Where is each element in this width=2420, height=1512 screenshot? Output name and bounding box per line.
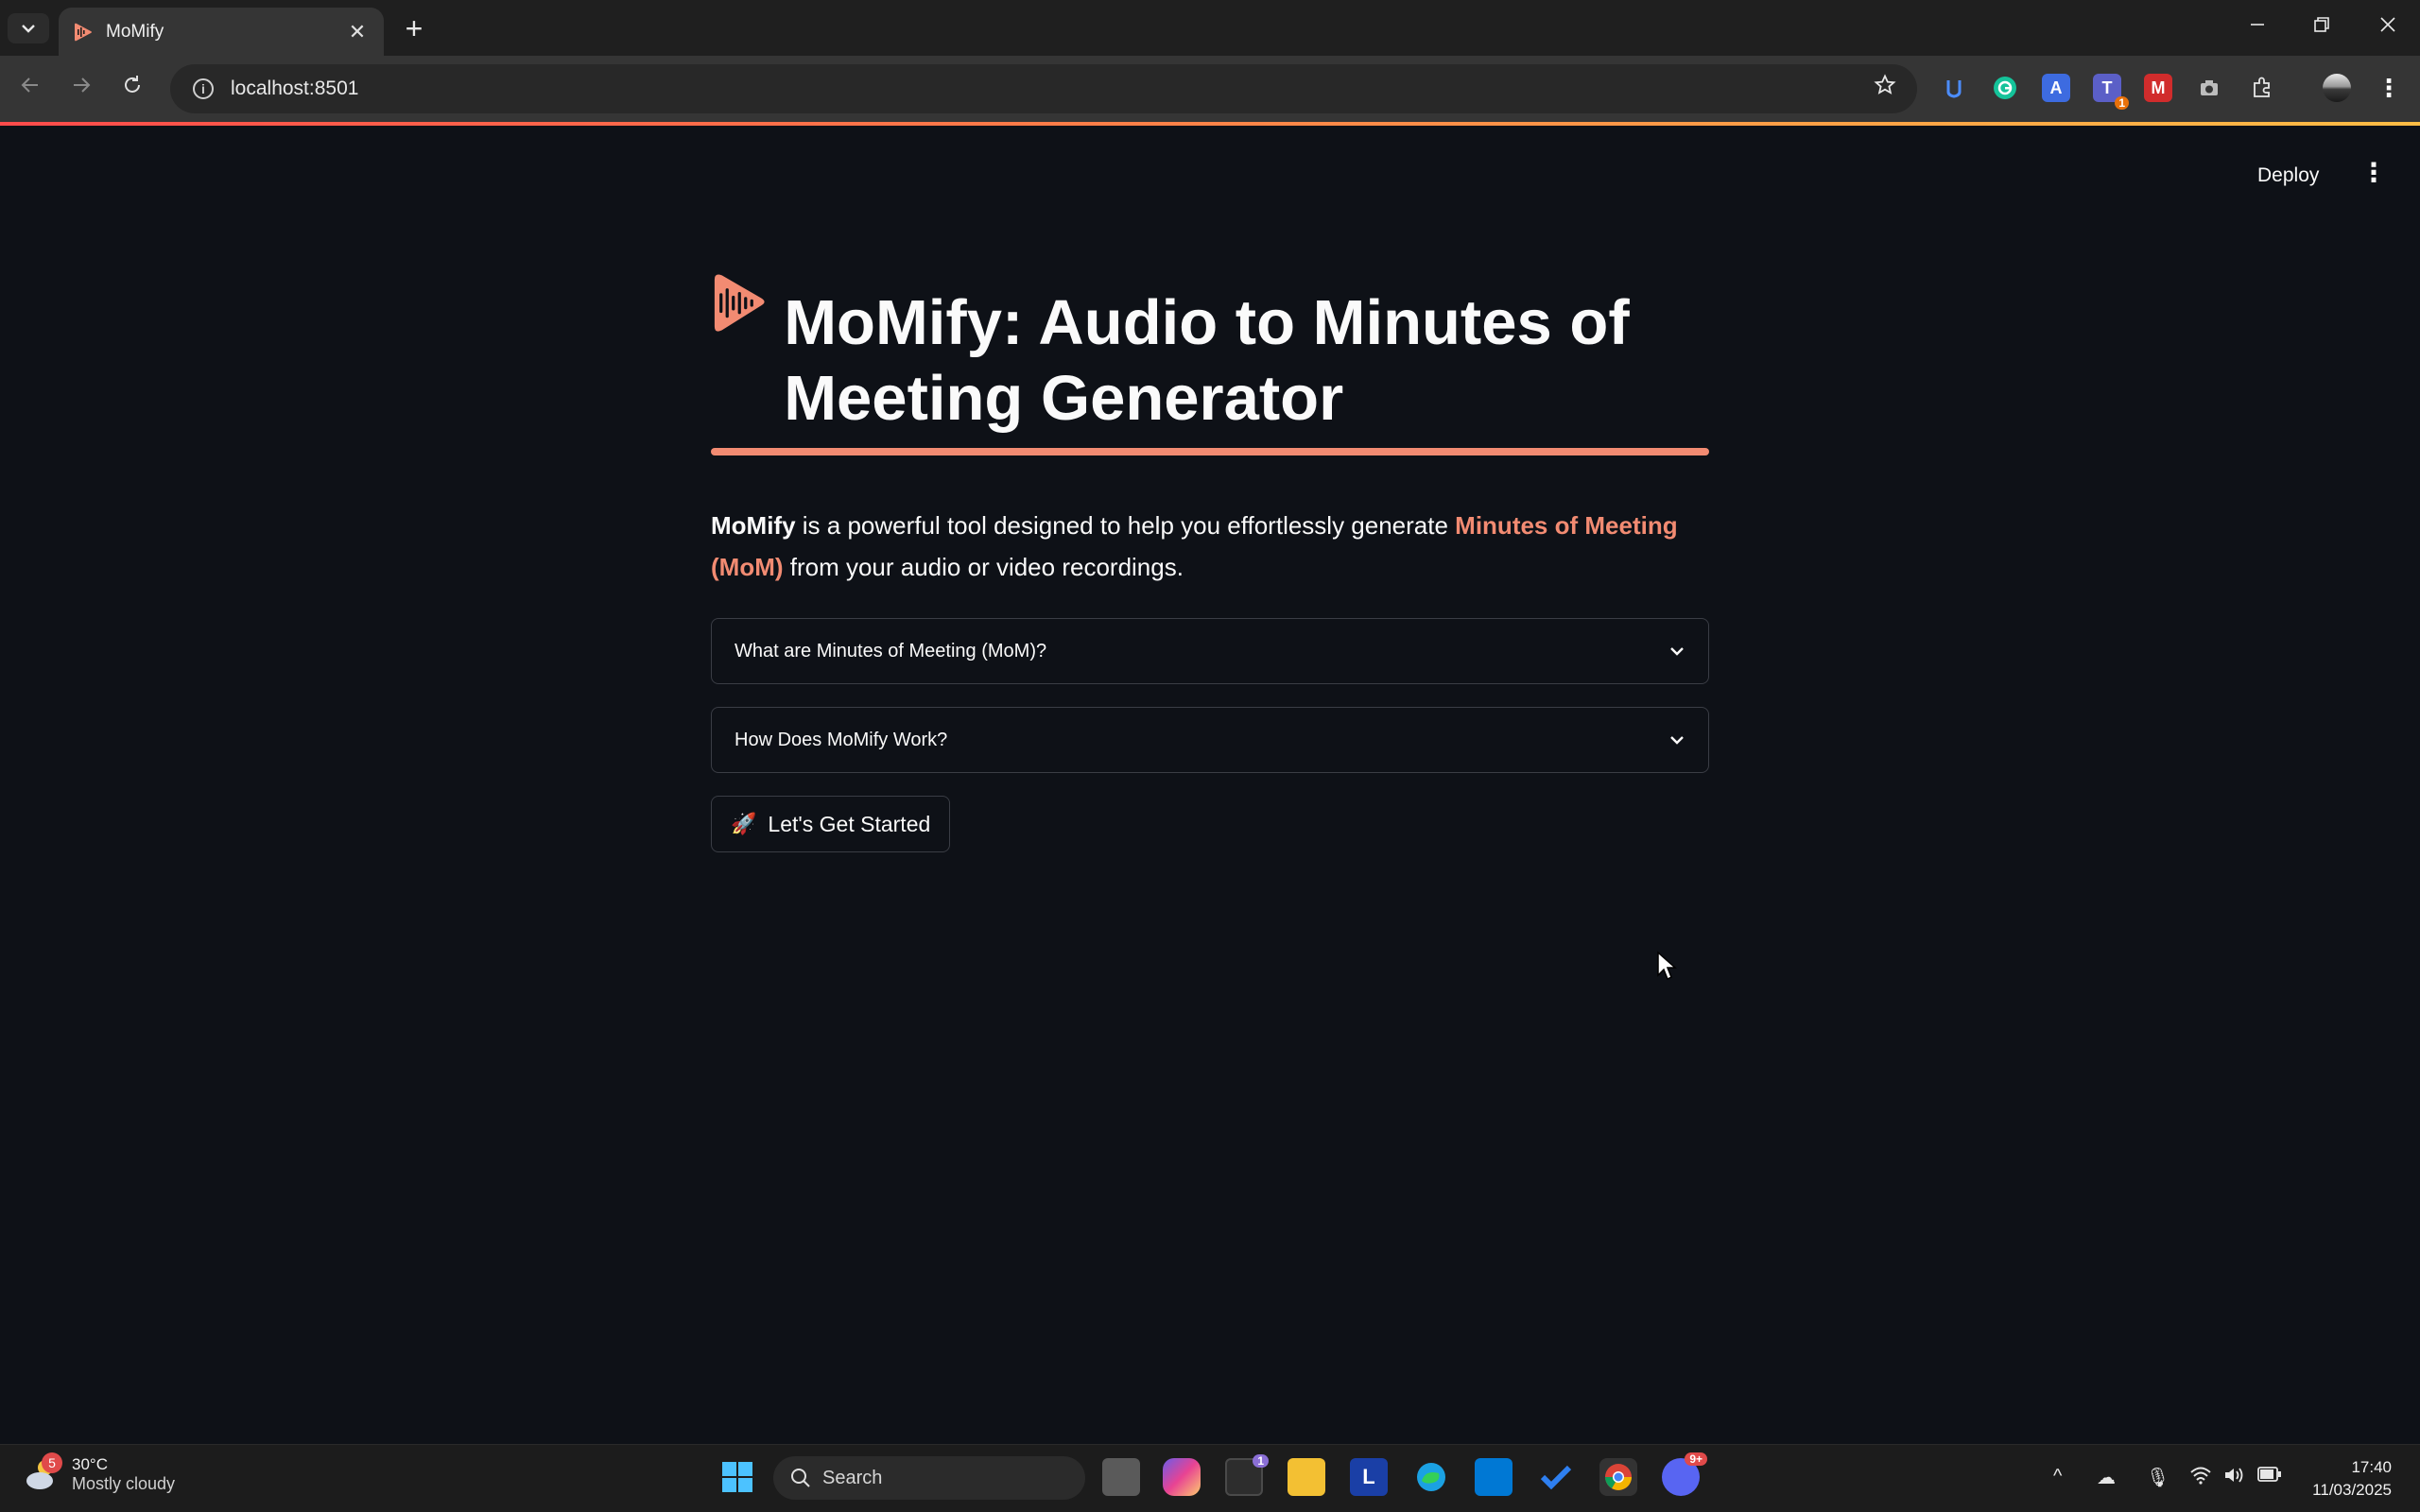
intro-text-1: is a powerful tool designed to help you … <box>795 511 1456 540</box>
chevron-down-icon <box>1670 647 1684 656</box>
get-started-button[interactable]: 🚀 Let's Get Started <box>711 796 951 852</box>
windows-start-icon[interactable] <box>718 1458 756 1496</box>
address-url[interactable]: localhost:8501 <box>231 77 358 100</box>
chrome-icon[interactable] <box>1599 1458 1637 1496</box>
expander-label: What are Minutes of Meeting (MoM)? <box>735 640 1047 662</box>
bookmark-star-icon[interactable] <box>1874 74 1896 103</box>
expander-label: How Does MoMify Work? <box>735 729 948 750</box>
microphone-icon[interactable]: 🎙 <box>2146 1466 2169 1489</box>
tab-search-button[interactable] <box>8 13 49 43</box>
discord-icon[interactable]: 9+ <box>1662 1452 1707 1496</box>
page-title: MoMify: Audio to Minutes of Meeting Gene… <box>784 287 1630 434</box>
mouse-cursor-icon <box>1657 951 1677 981</box>
back-icon[interactable] <box>11 69 49 107</box>
title-divider <box>711 448 1709 455</box>
wifi-icon[interactable] <box>2189 1466 2212 1490</box>
taskbar-search[interactable]: Search <box>773 1456 1085 1500</box>
battery-icon[interactable] <box>2257 1466 2282 1488</box>
search-icon <box>791 1469 810 1487</box>
intro-text-2: from your audio or video recordings. <box>783 553 1184 581</box>
weather-description: Mostly cloudy <box>72 1473 176 1493</box>
momify-logo-icon <box>714 274 765 332</box>
address-bar[interactable]: i localhost:8501 <box>170 64 1917 113</box>
streamlit-decoration-bar <box>0 122 2420 126</box>
restore-icon[interactable] <box>2301 11 2342 41</box>
translate-extension-icon[interactable]: A <box>2042 74 2070 102</box>
browser-menu-icon[interactable]: ⋮ <box>2375 74 2403 102</box>
edge-icon[interactable] <box>1412 1458 1450 1496</box>
momify-favicon-icon <box>75 23 92 41</box>
system-clock[interactable]: 17:40 11/03/2025 <box>2312 1456 2392 1502</box>
teams-extension-icon[interactable]: T1 <box>2093 74 2129 110</box>
microsoft-store-icon[interactable]: 1 <box>1225 1454 1269 1496</box>
grammarly-icon[interactable] <box>1991 74 2019 102</box>
tab-close-icon[interactable]: ✕ <box>344 20 371 44</box>
windows-taskbar: 5 30°C Mostly cloudy Search 1 L 9+ ^ ☁ 🎙 <box>0 1444 2420 1512</box>
weather-badge: 5 <box>42 1452 62 1473</box>
cloud-icon: 5 <box>23 1452 62 1494</box>
extension-shield-icon[interactable] <box>1940 74 1968 102</box>
title-row: MoMify: Audio to Minutes of Meeting Gene… <box>711 253 1709 437</box>
main-menu-icon[interactable]: ⋮ <box>2360 157 2388 191</box>
extensions-puzzle-icon[interactable] <box>2248 74 2276 102</box>
red-extension-icon[interactable]: M <box>2144 74 2172 102</box>
close-window-icon[interactable] <box>2367 11 2409 41</box>
minimize-icon[interactable] <box>2237 11 2278 41</box>
get-started-label: Let's Get Started <box>768 811 931 836</box>
expander-how-it-works[interactable]: How Does MoMify Work? <box>711 707 1709 773</box>
task-view-icon[interactable] <box>1102 1458 1140 1496</box>
copilot-icon[interactable] <box>1163 1458 1201 1496</box>
onedrive-icon[interactable]: ☁ <box>2097 1466 2116 1489</box>
rocket-icon: 🚀 <box>731 812 757 835</box>
volume-icon[interactable] <box>2223 1466 2246 1490</box>
expander-what-is-mom[interactable]: What are Minutes of Meeting (MoM)? <box>711 618 1709 684</box>
browser-tab-bar: MoMify ✕ + <box>0 0 2420 56</box>
camera-extension-icon[interactable] <box>2195 74 2223 102</box>
clock-time: 17:40 <box>2351 1458 2392 1476</box>
deploy-button[interactable]: Deploy <box>2246 159 2330 193</box>
tray-overflow-chevron-icon[interactable]: ^ <box>2053 1466 2062 1487</box>
weather-temperature: 30°C <box>72 1454 108 1473</box>
file-explorer-icon[interactable] <box>1288 1458 1325 1496</box>
clock-date: 11/03/2025 <box>2312 1481 2392 1499</box>
profile-avatar[interactable] <box>2323 74 2351 102</box>
browser-tab-momify[interactable]: MoMify ✕ <box>59 8 384 56</box>
tab-title: MoMify <box>106 21 164 42</box>
reload-icon[interactable] <box>113 69 151 107</box>
chevron-down-icon <box>22 25 35 33</box>
forward-icon[interactable] <box>62 69 100 107</box>
intro-brand: MoMify <box>711 511 796 540</box>
weather-widget[interactable]: 5 30°C Mostly cloudy <box>23 1452 176 1494</box>
main-content: MoMify: Audio to Minutes of Meeting Gene… <box>711 253 1709 852</box>
todo-check-icon[interactable] <box>1537 1458 1575 1496</box>
intro-paragraph: MoMify is a powerful tool designed to he… <box>711 505 1709 588</box>
new-tab-button[interactable]: + <box>397 11 431 46</box>
site-info-icon[interactable]: i <box>193 78 214 99</box>
chevron-down-icon <box>1670 736 1684 745</box>
taskbar-search-label: Search <box>822 1467 883 1488</box>
windows-app-icon[interactable] <box>1475 1458 1512 1496</box>
browser-toolbar: i localhost:8501 A T1 M ⋮ <box>0 56 2420 122</box>
l-app-icon[interactable]: L <box>1350 1458 1388 1496</box>
